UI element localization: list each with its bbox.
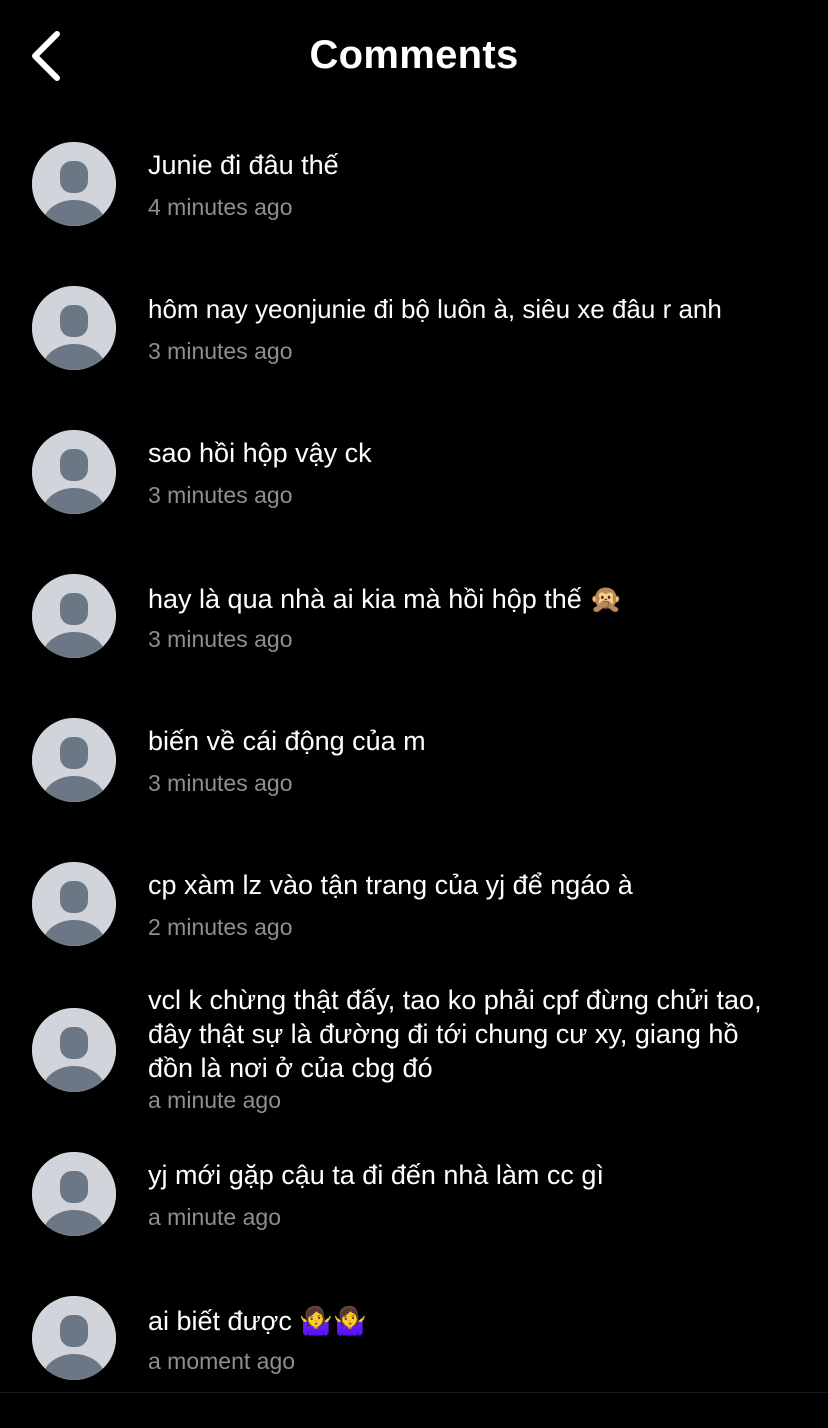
avatar[interactable] [32, 286, 116, 370]
comment-timestamp: 4 minutes ago [148, 194, 293, 220]
comment-timestamp: 3 minutes ago [148, 770, 293, 796]
avatar[interactable] [32, 862, 116, 946]
comment-timestamp: a moment ago [148, 1348, 296, 1374]
default-user-avatar-icon [32, 1296, 116, 1380]
default-user-avatar-icon [32, 430, 116, 514]
comment-timestamp: a minute ago [148, 1087, 281, 1113]
avatar[interactable] [32, 430, 116, 514]
header: Comments [0, 0, 828, 112]
default-user-avatar-icon [32, 142, 116, 226]
avatar[interactable] [32, 1296, 116, 1380]
comment-text: hay là qua nhà ai kia mà hồi hộp thế 🙊 [148, 584, 623, 614]
avatar[interactable] [32, 1152, 116, 1236]
comment-text: yj mới gặp cậu ta đi đến nhà làm cc gì [148, 1160, 604, 1190]
avatar[interactable] [32, 574, 116, 658]
comment-text: Junie đi đâu thế [148, 150, 339, 180]
divider [0, 1392, 828, 1393]
default-user-avatar-icon [32, 1008, 116, 1092]
avatar[interactable] [32, 718, 116, 802]
default-user-avatar-icon [32, 574, 116, 658]
comment-text: biến về cái động của m [148, 726, 426, 756]
comment-timestamp: a minute ago [148, 1204, 281, 1230]
avatar[interactable] [32, 142, 116, 226]
avatar[interactable] [32, 1008, 116, 1092]
comment-text: hôm nay yeonjunie đi bộ luôn à, siêu xe … [148, 294, 722, 324]
comment-text: vcl k chừng thật đấy, tao ko phải cpf đừ… [148, 985, 762, 1083]
comment-timestamp: 3 minutes ago [148, 338, 293, 364]
comment-timestamp: 3 minutes ago [148, 482, 293, 508]
default-user-avatar-icon [32, 862, 116, 946]
comment-text: cp xàm lz vào tận trang của yj để ngáo à [148, 870, 633, 900]
default-user-avatar-icon [32, 1152, 116, 1236]
comment-text: ai biết được 🤷‍♀️🤷‍♀️ [148, 1306, 367, 1336]
default-user-avatar-icon [32, 718, 116, 802]
comment-timestamp: 2 minutes ago [148, 914, 293, 940]
comment-text: sao hồi hộp vậy ck [148, 438, 372, 468]
comment-timestamp: 3 minutes ago [148, 626, 293, 652]
page-title: Comments [309, 33, 519, 77]
default-user-avatar-icon [32, 286, 116, 370]
